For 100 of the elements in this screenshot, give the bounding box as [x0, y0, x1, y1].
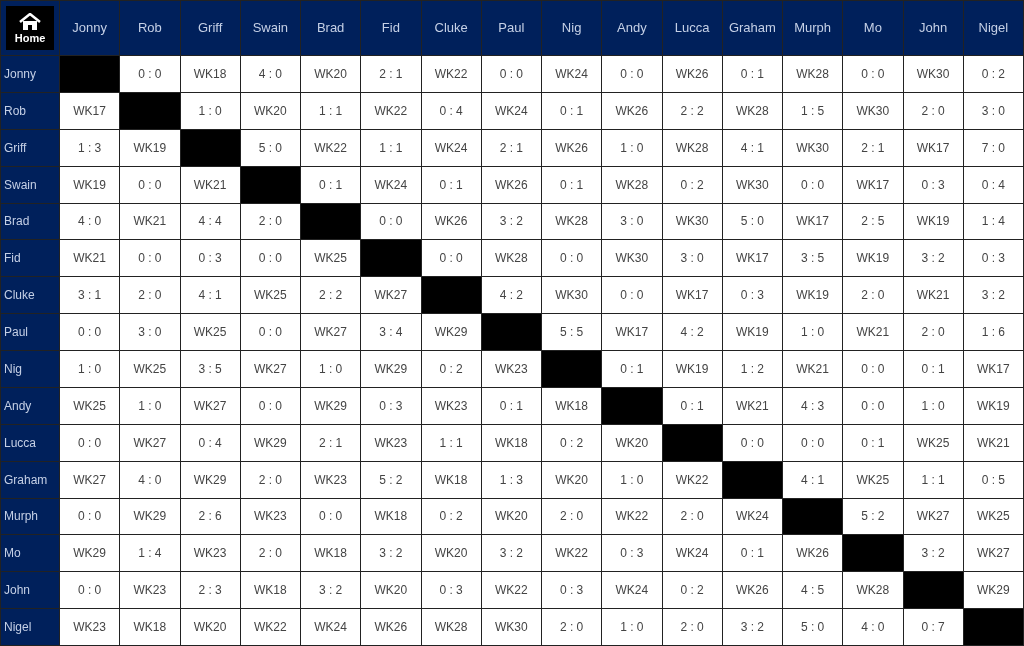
table-cell: 0 : 0 [843, 351, 903, 387]
table-cell: WK27 [963, 535, 1023, 572]
table-cell: WK28 [421, 609, 481, 645]
table-cell: 0 : 0 [120, 240, 180, 277]
table-cell: WK25 [60, 387, 120, 424]
blank-cell [301, 203, 361, 240]
row-header: Graham [1, 461, 59, 498]
table-cell: WK30 [542, 277, 602, 314]
table-cell: WK20 [602, 424, 662, 461]
blank-cell [120, 92, 180, 129]
table-cell: WK26 [783, 535, 843, 572]
table-cell: 0 : 0 [843, 56, 903, 92]
table-cell: 4 : 2 [662, 314, 722, 350]
table-cell: 2 : 0 [903, 314, 963, 350]
table-cell: 4 : 0 [843, 609, 903, 645]
blank-cell [903, 572, 963, 609]
table-cell: WK26 [361, 609, 421, 645]
table-cell: 0 : 3 [421, 572, 481, 609]
table-cell: 3 : 4 [361, 314, 421, 350]
table-cell: WK18 [421, 461, 481, 498]
table-cell: 5 : 2 [361, 461, 421, 498]
table-cell: WK25 [903, 424, 963, 461]
row-header: Jonny [1, 56, 59, 92]
row-header: Nigel [1, 609, 59, 645]
table-cell: 0 : 1 [421, 166, 481, 203]
table-cell: WK19 [662, 351, 722, 387]
table-cell: WK20 [180, 609, 240, 645]
table-cell: 4 : 5 [783, 572, 843, 609]
table-cell: 1 : 1 [421, 424, 481, 461]
table-cell: 0 : 0 [60, 498, 120, 535]
table-cell: 0 : 1 [481, 387, 541, 424]
table-cell: 3 : 5 [783, 240, 843, 277]
table-cell: WK23 [60, 609, 120, 645]
table-cell: WK25 [120, 351, 180, 387]
table-cell: 3 : 2 [903, 240, 963, 277]
table-cell: WK18 [361, 498, 421, 535]
table-cell: 1 : 3 [481, 461, 541, 498]
table-cell: WK28 [481, 240, 541, 277]
table-cell: WK30 [783, 129, 843, 166]
table-cell: 2 : 0 [542, 498, 602, 535]
table-cell: 1 : 1 [301, 92, 361, 129]
table-cell: WK22 [361, 92, 421, 129]
table-cell: 2 : 2 [301, 277, 361, 314]
table-cell: 0 : 0 [240, 387, 300, 424]
table-cell: 0 : 0 [783, 166, 843, 203]
table-cell: 4 : 1 [722, 129, 782, 166]
table-cell: WK26 [722, 572, 782, 609]
row-header: Fid [1, 240, 59, 277]
blank-cell [180, 129, 240, 166]
table-cell: 1 : 6 [963, 314, 1023, 350]
table-cell: WK29 [301, 387, 361, 424]
table-cell: 3 : 0 [602, 203, 662, 240]
table-cell: 0 : 0 [542, 240, 602, 277]
row-header: John [1, 572, 59, 609]
table-cell: WK17 [662, 277, 722, 314]
table-cell: WK22 [481, 572, 541, 609]
table-cell: 0 : 3 [903, 166, 963, 203]
column-header: Rob [120, 1, 180, 55]
table-cell: 1 : 0 [120, 387, 180, 424]
table-cell: 0 : 1 [722, 535, 782, 572]
table-cell: 2 : 1 [361, 56, 421, 92]
table-cell: WK30 [722, 166, 782, 203]
column-header: Cluke [421, 1, 481, 55]
table-cell: WK27 [240, 351, 300, 387]
table-cell: WK28 [542, 203, 602, 240]
table-cell: WK22 [662, 461, 722, 498]
table-cell: 0 : 1 [722, 56, 782, 92]
table-cell: 7 : 0 [963, 129, 1023, 166]
table-cell: 0 : 1 [542, 92, 602, 129]
table-cell: WK23 [120, 572, 180, 609]
table-cell: WK24 [602, 572, 662, 609]
column-header: Brad [301, 1, 361, 55]
table-cell: WK20 [421, 535, 481, 572]
table-cell: 0 : 2 [662, 572, 722, 609]
table-cell: 3 : 0 [120, 314, 180, 350]
column-header: Paul [481, 1, 541, 55]
table-cell: 4 : 0 [120, 461, 180, 498]
column-header: Swain [240, 1, 300, 55]
row-header: Griff [1, 129, 59, 166]
table-cell: WK19 [60, 166, 120, 203]
table-cell: 0 : 3 [963, 240, 1023, 277]
table-cell: 2 : 0 [542, 609, 602, 645]
row-header: Swain [1, 166, 59, 203]
table-cell: WK23 [421, 387, 481, 424]
table-cell: 1 : 1 [361, 129, 421, 166]
row-header: Rob [1, 92, 59, 129]
table-cell: WK17 [722, 240, 782, 277]
row-header: Paul [1, 314, 59, 350]
table-cell: WK24 [481, 92, 541, 129]
table-cell: 2 : 0 [843, 277, 903, 314]
table-cell: WK21 [843, 314, 903, 350]
table-cell: WK19 [843, 240, 903, 277]
home-button[interactable]: Home [6, 6, 54, 50]
table-cell: WK17 [60, 92, 120, 129]
table-cell: WK17 [903, 129, 963, 166]
table-cell: 2 : 0 [903, 92, 963, 129]
table-cell: WK19 [722, 314, 782, 350]
table-cell: 0 : 7 [903, 609, 963, 645]
table-cell: 3 : 2 [722, 609, 782, 645]
table-cell: WK19 [963, 387, 1023, 424]
